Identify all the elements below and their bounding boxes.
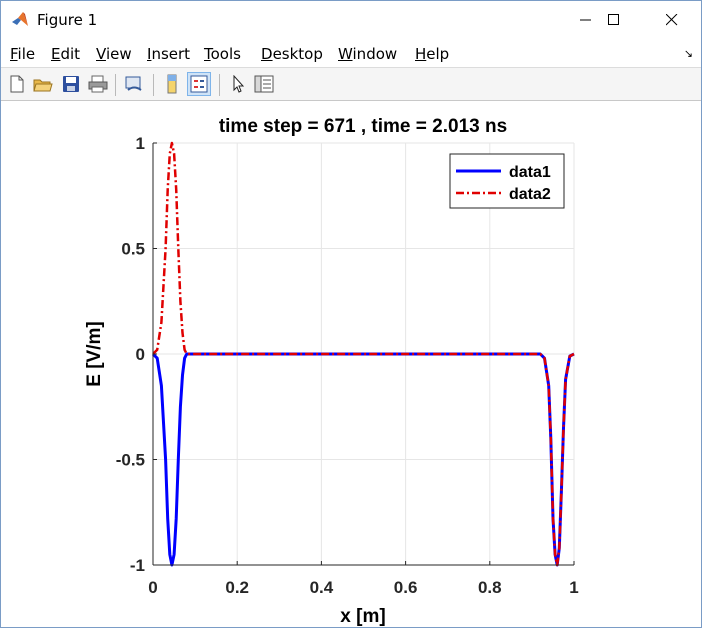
property-inspector-button[interactable]: [252, 72, 276, 96]
y-tick-label: 0.5: [121, 240, 145, 259]
window-title: Figure 1: [37, 11, 98, 29]
legend[interactable]: data1 data2: [449, 153, 565, 209]
plot-axes[interactable]: 0 0.2 0.4 0.6 0.8 1 1 0.5 0 -0.5 -1 time step = 67…: [1, 101, 701, 627]
open-file-icon: [33, 79, 53, 92]
matlab-logo-icon: [11, 10, 31, 30]
pointer-icon: [233, 75, 245, 93]
x-tick-label: 0.6: [394, 578, 418, 597]
new-figure-button[interactable]: [5, 72, 29, 96]
maximize-icon: [608, 14, 619, 25]
new-figure-icon: [10, 75, 24, 93]
y-tick-label: 0: [136, 345, 145, 364]
link-plot-button[interactable]: [122, 72, 146, 96]
menu-desktop[interactable]: Desktop: [261, 45, 323, 63]
menu-view[interactable]: View: [96, 45, 132, 63]
menu-bar: File Edit View Insert Tools Desktop Wind…: [1, 39, 701, 67]
legend-label-data1: data1: [509, 164, 551, 181]
legend-button[interactable]: [187, 72, 211, 96]
chart-title: time step = 671 , time = 2.013 ns: [219, 116, 507, 137]
x-tick-label: 0.2: [225, 578, 249, 597]
colorbar-icon: [167, 74, 177, 94]
close-icon: [666, 14, 678, 26]
x-axis-label: x [m]: [340, 606, 385, 627]
print-icon: [88, 75, 108, 93]
title-bar[interactable]: Figure 1: [1, 1, 701, 39]
legend-label-data2: data2: [509, 186, 551, 203]
figure-canvas: 0 0.2 0.4 0.6 0.8 1 1 0.5 0 -0.5 -1 time step = 67…: [1, 101, 701, 627]
legend-icon: [190, 75, 208, 93]
menu-insert[interactable]: Insert: [147, 45, 190, 63]
x-tick-label: 1: [569, 578, 578, 597]
save-button[interactable]: [59, 72, 83, 96]
menu-tools[interactable]: Tools: [204, 45, 241, 63]
menu-window[interactable]: Window: [338, 45, 397, 63]
y-tick-label: -0.5: [116, 451, 145, 470]
colorbar-button[interactable]: [160, 72, 184, 96]
y-tick-label: 1: [136, 134, 145, 153]
toolbar-separator: [219, 74, 220, 96]
y-tick-label: -1: [130, 556, 145, 575]
figure-toolbar: [1, 67, 701, 101]
link-plot-icon: [125, 76, 142, 91]
toolbar-separator: [153, 74, 154, 96]
menu-help[interactable]: Help: [415, 45, 449, 63]
dock-figure-icon[interactable]: ↘: [684, 47, 693, 60]
figure-window: Figure 1 File Edit View Insert Tools Des…: [0, 0, 702, 628]
save-icon: [63, 76, 79, 92]
maximize-button[interactable]: [591, 1, 637, 39]
x-tick-label: 0.8: [478, 578, 502, 597]
x-tick-label: 0.4: [310, 578, 334, 597]
x-tick-label: 0: [148, 578, 157, 597]
y-axis-label: E [V/m]: [84, 321, 105, 386]
toolbar-separator: [115, 74, 116, 96]
print-button[interactable]: [86, 72, 110, 96]
menu-edit[interactable]: Edit: [51, 45, 80, 63]
pointer-button[interactable]: [226, 72, 250, 96]
property-inspector-icon: [254, 75, 274, 93]
open-file-button[interactable]: [31, 72, 55, 96]
close-button[interactable]: [649, 1, 695, 39]
menu-file[interactable]: File: [10, 45, 35, 63]
